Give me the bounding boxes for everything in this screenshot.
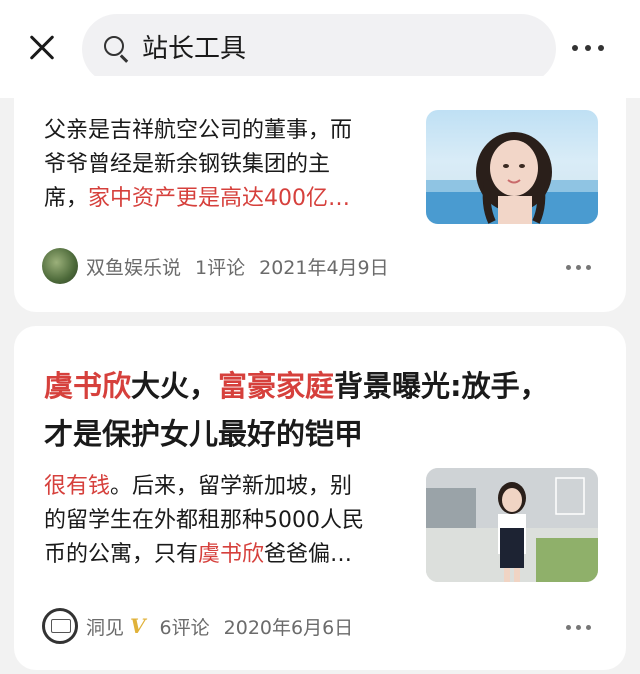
article-snippet: 父亲是吉祥航空公司的董事，而 爷爷曾经是新余钢铁集团的主 席，家中资产更是高达4… — [44, 118, 353, 211]
search-query: 站长工具 — [142, 34, 247, 64]
article-card[interactable]: 虞书欣大火，富豪家庭背景曝光:放手， 才是保护女儿最好的铠甲 很有钱。后来，留学… — [14, 326, 626, 670]
search-icon — [104, 36, 129, 63]
article-thumbnail[interactable] — [426, 468, 598, 582]
avatar[interactable] — [42, 608, 78, 644]
search-input[interactable]: 站长工具 — [82, 14, 556, 84]
more-options-icon[interactable] — [566, 622, 594, 632]
comment-count: 1评论 — [195, 256, 246, 279]
publish-date: 2020年6月6日 — [223, 616, 354, 639]
more-options-icon[interactable] — [566, 262, 594, 272]
publish-date: 2021年4月9日 — [259, 256, 389, 279]
article-meta: 洞见 V 6评论 2020年6月6日 — [42, 608, 367, 644]
avatar[interactable] — [42, 248, 78, 284]
author-name[interactable]: 洞见 — [86, 613, 124, 640]
author-name[interactable]: 双鱼娱乐说 — [86, 253, 181, 280]
article-title: 虞书欣大火，富豪家庭背景曝光:放手， 才是保护女儿最好的铠甲 — [44, 369, 549, 451]
article-snippet: 很有钱。后来，留学新加坡，别 的留学生在外都租那种5000人民 币的公寓，只有虞… — [44, 474, 364, 567]
close-icon[interactable] — [22, 28, 62, 68]
verified-badge-icon: V — [130, 614, 146, 638]
comment-count: 6评论 — [159, 616, 210, 639]
article-thumbnail[interactable] — [426, 110, 598, 224]
article-card[interactable]: 父亲是吉祥航空公司的董事，而 爷爷曾经是新余钢铁集团的主 席，家中资产更是高达4… — [14, 76, 626, 312]
more-options-icon[interactable] — [572, 38, 612, 58]
article-meta: 双鱼娱乐说 1评论 2021年4月9日 — [42, 248, 403, 284]
